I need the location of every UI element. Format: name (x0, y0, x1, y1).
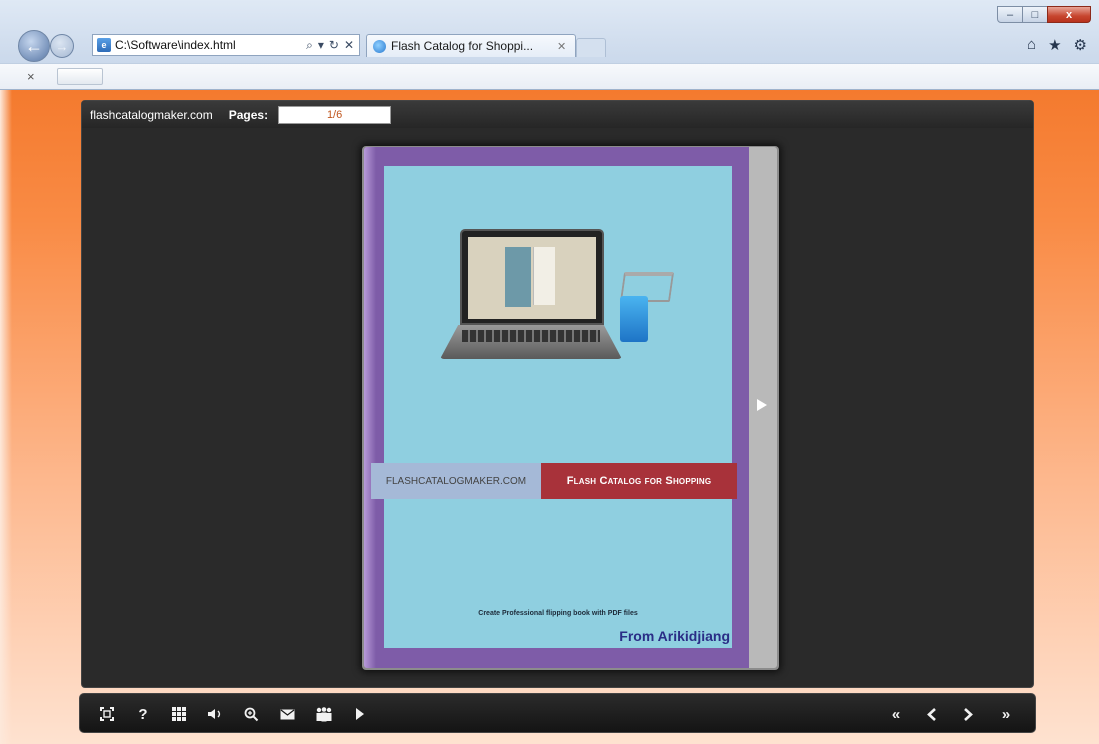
email-icon (280, 709, 294, 719)
favorites-star-icon[interactable]: ★ (1048, 36, 1061, 54)
tab-close-icon[interactable]: ✕ (557, 40, 569, 53)
command-bar: × (0, 63, 1099, 89)
pages-label: Pages: (228, 107, 269, 122)
home-icon[interactable]: ⌂ (1027, 36, 1036, 54)
close-window-button[interactable]: x (1047, 6, 1091, 23)
close-bar-icon[interactable]: × (27, 69, 35, 84)
back-button[interactable]: ← (18, 30, 50, 62)
laptop-display (468, 237, 596, 319)
favorites-bar-thumbnail[interactable] (56, 68, 103, 85)
viewer-header: flashcatalogmaker.com Pages: 1/6 (82, 101, 1033, 128)
site-name[interactable]: flashcatalogmaker.com (90, 108, 213, 122)
play-icon (356, 708, 364, 720)
window-controls: – □ x (997, 6, 1091, 23)
email-button[interactable] (276, 694, 298, 734)
tab-favicon-icon (373, 39, 386, 53)
thumbnails-button[interactable] (168, 694, 190, 734)
cover-tagline: Create Professional flipping book with P… (478, 610, 638, 617)
last-page-button[interactable]: » (990, 694, 1022, 734)
sound-button[interactable] (204, 694, 226, 734)
forward-button[interactable]: → (50, 34, 74, 58)
first-page-icon: « (891, 705, 901, 723)
last-page-icon: » (1001, 705, 1011, 723)
thumbnails-icon (172, 707, 186, 721)
page-edge-shade (0, 90, 12, 744)
tab-title: Flash Catalog for Shoppi... (391, 39, 534, 53)
autoplay-button[interactable] (350, 694, 370, 734)
browser-chrome: – □ x ← → e C:\Software\index.html ⌕ ▾ ↻… (0, 0, 1099, 90)
next-page-icon (964, 707, 973, 721)
first-page-button[interactable]: « (880, 694, 912, 734)
tab-flash-catalog[interactable]: Flash Catalog for Shoppi... ✕ (366, 34, 576, 57)
shopping-bag-icon (620, 296, 648, 342)
minimize-button[interactable]: – (997, 6, 1023, 23)
ie-page-icon: e (97, 38, 111, 52)
browser-toolbar-icons: ⌂ ★ ⚙ (1027, 36, 1087, 54)
cover-author: From Arikidjiang (619, 628, 730, 644)
stop-icon[interactable]: ✕ (344, 38, 354, 52)
flipbook-toolbar: ? « » (79, 693, 1036, 733)
zoom-in-icon (244, 707, 258, 721)
page-number-input[interactable]: 1/6 (278, 105, 392, 124)
address-bar[interactable]: e C:\Software\index.html ⌕ ▾ ↻ ✕ (92, 34, 360, 56)
search-icon[interactable]: ⌕ (306, 38, 313, 53)
fullscreen-icon (100, 707, 114, 721)
share-people-icon (316, 706, 332, 721)
share-button[interactable] (312, 694, 336, 734)
maximize-button[interactable]: □ (1022, 6, 1048, 23)
new-tab-button[interactable] (576, 38, 606, 57)
previous-page-icon (927, 707, 936, 721)
dropdown-icon[interactable]: ▾ (318, 38, 324, 52)
help-button[interactable]: ? (132, 694, 154, 734)
laptop-page-image (505, 247, 531, 307)
next-page-button[interactable] (954, 694, 982, 734)
cover-title: Flash Catalog for Shopping (541, 463, 737, 499)
refresh-icon[interactable]: ↻ (329, 38, 339, 52)
sound-icon (208, 709, 221, 719)
help-icon: ? (138, 705, 148, 723)
forward-arrow-icon: → (55, 38, 69, 54)
back-arrow-icon: ← (25, 35, 43, 56)
settings-gear-icon[interactable]: ⚙ (1074, 36, 1087, 54)
previous-page-button[interactable] (918, 694, 946, 734)
laptop-keyboard (462, 330, 600, 342)
page-turn-arrow-icon[interactable] (757, 399, 767, 411)
zoom-button[interactable] (240, 694, 262, 734)
fullscreen-button[interactable] (96, 694, 118, 734)
laptop-page-text (533, 247, 555, 305)
book-spine (364, 147, 376, 668)
cover-brand-site: FLASHCATALOGMAKER.COM (371, 463, 541, 499)
address-url[interactable]: C:\Software\index.html (115, 38, 306, 52)
